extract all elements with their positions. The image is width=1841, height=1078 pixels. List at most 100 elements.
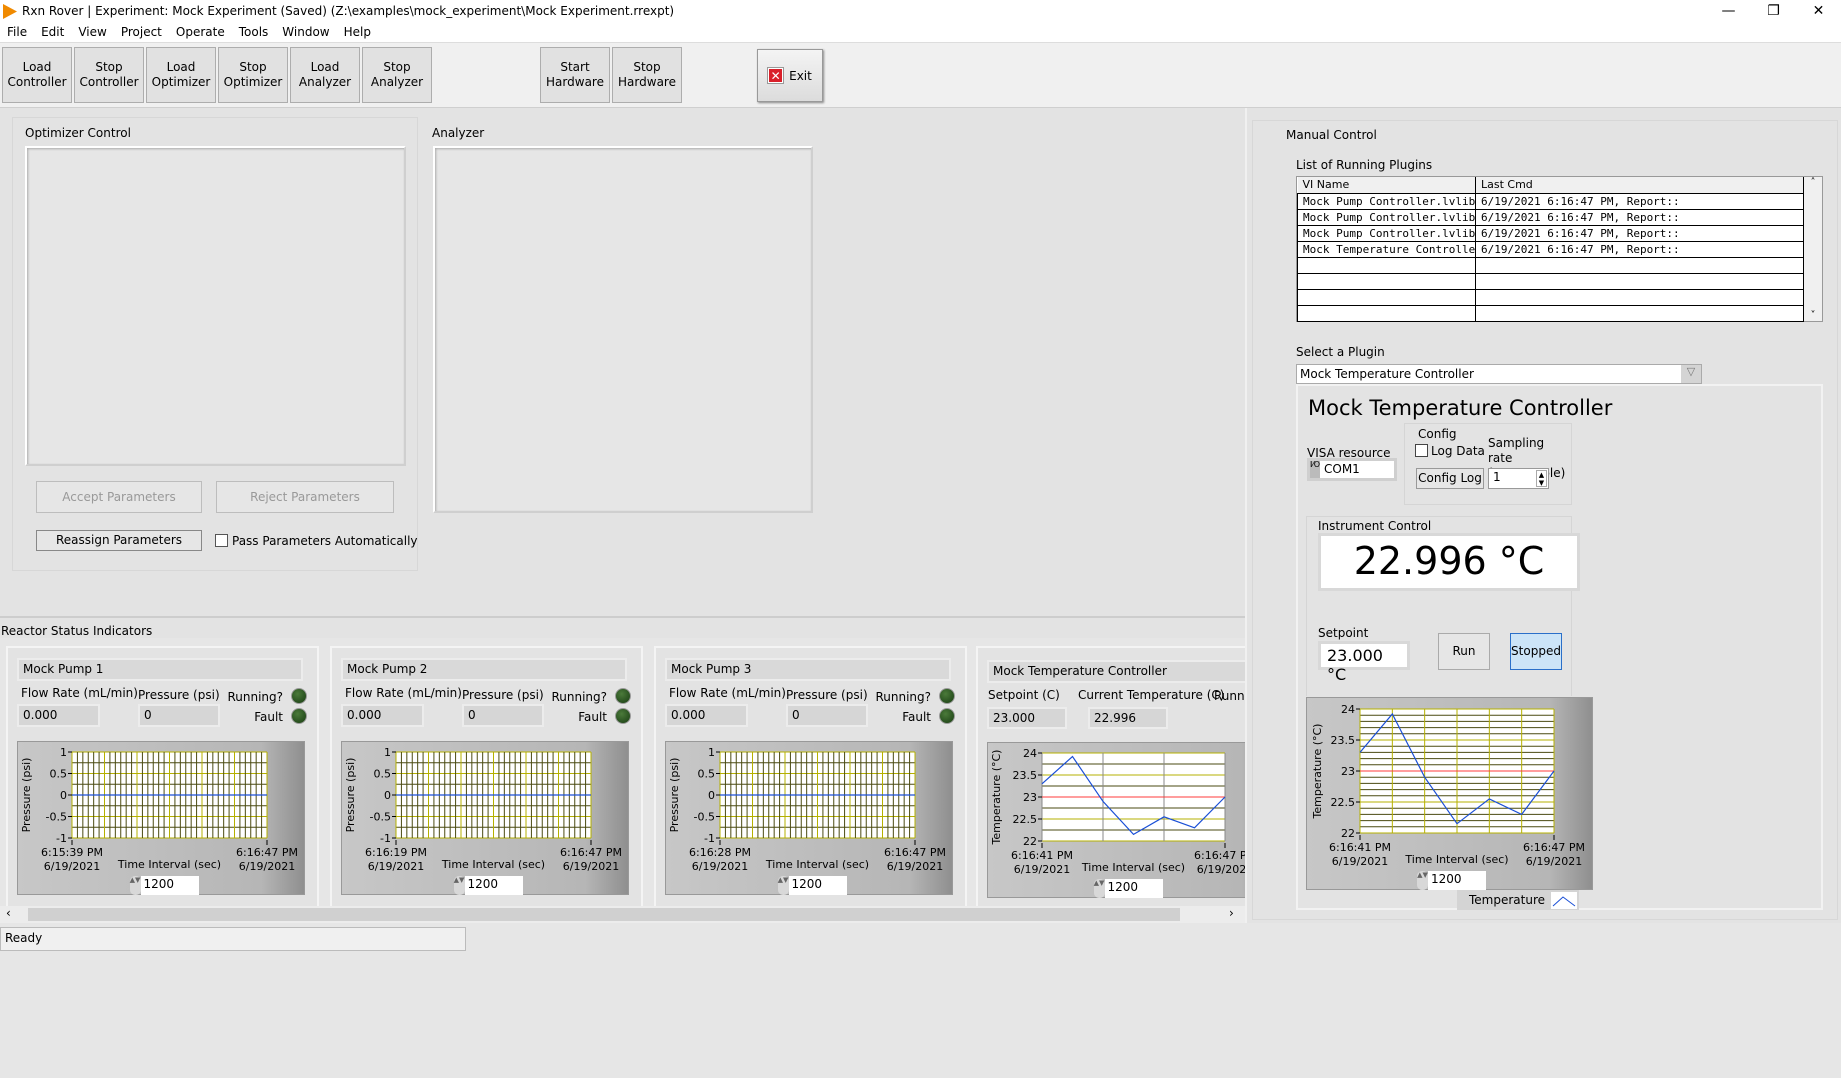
last-cmd-cell: 6/19/2021 6:16:47 PM, Report:: xyxy=(1475,193,1804,210)
y-tick-label: -0.5 xyxy=(370,811,391,824)
pressure-label: Pressure (psi) xyxy=(786,688,868,702)
x-axis-label: Time Interval (sec) xyxy=(441,858,545,871)
bottom-area: Ready xyxy=(0,923,1841,1078)
y-tick-label: 0.5 xyxy=(374,768,392,781)
io-icon: I⁄O xyxy=(1310,461,1320,478)
x-tick-label: 6:16:41 PM xyxy=(1329,841,1391,854)
setpoint-value: 23.000 xyxy=(987,707,1067,729)
x-axis-label: Time Interval (sec) xyxy=(765,858,869,871)
last-cmd-cell xyxy=(1475,305,1804,322)
spinner-arrows-icon[interactable]: ▲▼ xyxy=(1093,879,1105,898)
last-cmd-cell: 6/19/2021 6:16:47 PM, Report:: xyxy=(1475,241,1804,258)
stopped-button[interactable]: Stopped xyxy=(1510,633,1562,670)
reject-parameters-button[interactable]: Reject Parameters xyxy=(216,481,394,513)
sampling-rate-spinner[interactable]: ▲ ▼ xyxy=(1536,470,1547,487)
menu-help[interactable]: Help xyxy=(337,23,378,41)
visa-resource-field[interactable]: I⁄O COM1 xyxy=(1307,458,1397,481)
sampling-rate-input[interactable]: 1 ▲ ▼ xyxy=(1488,468,1549,489)
vi-name-cell xyxy=(1297,257,1476,274)
stop-analyzer-button[interactable]: Stop Analyzer xyxy=(362,47,432,103)
time-interval-spinner[interactable]: ▲▼ 1200 xyxy=(453,876,523,895)
scrollbar-thumb[interactable] xyxy=(28,908,1180,921)
spinner-arrows-icon[interactable]: ▲▼ xyxy=(453,876,465,895)
menu-file[interactable]: File xyxy=(0,23,34,41)
table-row[interactable]: Mock Temperature Controller 6/19/2021 6:1… xyxy=(1297,241,1804,258)
stop-controller-button[interactable]: Stop Controller xyxy=(74,47,144,103)
table-row[interactable] xyxy=(1297,289,1804,306)
load-controller-button[interactable]: Load Controller xyxy=(2,47,72,103)
menu-project[interactable]: Project xyxy=(114,23,169,41)
stop-hardware-button[interactable]: Stop Hardware xyxy=(612,47,682,103)
last-cmd-cell: 6/19/2021 6:16:47 PM, Report:: xyxy=(1475,209,1804,226)
chart-svg: 24 23.5 23 22.5 22 Temperature (°C) 6:16:41 PM… xyxy=(990,747,1245,876)
x-tick-label: 6/19/2021 xyxy=(44,860,100,873)
stop-optimizer-button[interactable]: Stop Optimizer xyxy=(218,47,288,103)
time-interval-spinner[interactable]: ▲▼ 1200 xyxy=(777,876,847,895)
menu-tools[interactable]: Tools xyxy=(232,23,276,41)
scroll-right-icon[interactable]: › xyxy=(1229,906,1234,920)
horizontal-scrollbar[interactable]: ‹ › xyxy=(0,906,1245,923)
flow-rate-label: Flow Rate (mL/min) xyxy=(345,686,462,700)
exit-label: Exit xyxy=(789,68,812,83)
running-plugins-table[interactable]: VI Name Last Cmd Mock Pump Controller.lvl… xyxy=(1296,176,1823,322)
load-optimizer-button[interactable]: Load Optimizer xyxy=(146,47,216,103)
y-tick-label: 0.5 xyxy=(50,768,68,781)
spinner-arrows-icon[interactable]: ▲▼ xyxy=(777,876,789,895)
y-tick-label: 22.5 xyxy=(1331,796,1356,809)
running-label: Running? xyxy=(551,690,607,704)
analyzer-display xyxy=(433,146,813,513)
time-interval-spinner[interactable]: ▲▼ 1200 xyxy=(1417,871,1486,890)
minimize-button[interactable]: — xyxy=(1706,0,1751,23)
accept-parameters-button[interactable]: Accept Parameters xyxy=(36,481,202,513)
dropdown-arrow-icon[interactable]: ▽ xyxy=(1681,365,1701,383)
start-hardware-button[interactable]: Start Hardware xyxy=(540,47,610,103)
y-tick-label: -0.5 xyxy=(46,811,67,824)
load-analyzer-button[interactable]: Load Analyzer xyxy=(290,47,360,103)
restore-button[interactable]: ❐ xyxy=(1751,0,1796,23)
pass-automatically-checkbox[interactable] xyxy=(215,534,228,547)
table-row[interactable]: Mock Pump Controller.lvlib:Ma6/19/2021 6… xyxy=(1297,209,1804,226)
menu-edit[interactable]: Edit xyxy=(34,23,71,41)
window-title: Rxn Rover | Experiment: Mock Experiment … xyxy=(22,4,675,18)
close-button[interactable]: ✕ xyxy=(1796,0,1841,23)
y-tick-label: 1 xyxy=(708,746,715,759)
scroll-left-icon[interactable]: ‹ xyxy=(6,906,11,920)
pressure-value: 0 xyxy=(462,704,544,727)
table-row[interactable] xyxy=(1297,257,1804,274)
scroll-down-icon[interactable]: ˅ xyxy=(1804,310,1822,321)
reassign-parameters-button[interactable]: Reassign Parameters xyxy=(36,530,202,551)
exit-button[interactable]: ✕ Exit xyxy=(757,49,823,102)
pressure-chart: 1 0.5 0 -0.5 -1 Pressure (psi) 6:16:19 PM 6/19/… xyxy=(341,741,629,895)
table-row[interactable] xyxy=(1297,305,1804,322)
column-header-vi-name[interactable]: VI Name xyxy=(1297,177,1476,194)
plugin-select[interactable]: Mock Temperature Controller ▽ xyxy=(1296,364,1702,384)
table-row[interactable]: Mock Pump Controller.lvlib:Ma6/19/2021 6… xyxy=(1297,225,1804,242)
column-header-last-cmd[interactable]: Last Cmd xyxy=(1475,177,1804,194)
chart-frame: 24 23.5 23 22.5 22 Temperature (°C) 6:16:41 PM… xyxy=(987,742,1245,898)
table-row[interactable]: Mock Pump Controller.lvlib:Ma6/19/2021 6… xyxy=(1297,193,1804,210)
menu-window[interactable]: Window xyxy=(275,23,336,41)
time-interval-value: 1200 xyxy=(788,876,847,895)
x-tick-label: 6/19/2021 xyxy=(1197,863,1245,876)
setpoint-input[interactable]: 23.000 °C xyxy=(1318,641,1410,684)
time-interval-spinner[interactable]: ▲▼ 1200 xyxy=(129,876,199,895)
flow-rate-value: 0.000 xyxy=(665,704,748,727)
flow-rate-value: 0.000 xyxy=(17,704,100,727)
y-tick-label: 23 xyxy=(1341,765,1355,778)
menu-bar: File Edit View Project Operate Tools Window Hel… xyxy=(0,23,1841,43)
menu-view[interactable]: View xyxy=(71,23,113,41)
select-plugin-label: Select a Plugin xyxy=(1296,345,1385,359)
scroll-up-icon[interactable]: ˄ xyxy=(1804,177,1822,188)
table-row[interactable] xyxy=(1297,273,1804,290)
fault-led xyxy=(615,708,631,724)
table-scrollbar[interactable]: ˄ ˅ xyxy=(1804,177,1822,321)
log-data-checkbox[interactable] xyxy=(1415,444,1428,457)
x-tick-label: 6:16:19 PM xyxy=(365,846,427,859)
config-label: Config xyxy=(1418,427,1457,441)
menu-operate[interactable]: Operate xyxy=(169,23,232,41)
spinner-arrows-icon[interactable]: ▲▼ xyxy=(129,876,141,895)
config-log-button[interactable]: Config Log xyxy=(1416,468,1484,489)
time-interval-spinner[interactable]: ▲▼ 1200 xyxy=(1093,879,1163,898)
run-button[interactable]: Run xyxy=(1438,633,1490,670)
spinner-arrows-icon[interactable]: ▲▼ xyxy=(1417,871,1428,890)
